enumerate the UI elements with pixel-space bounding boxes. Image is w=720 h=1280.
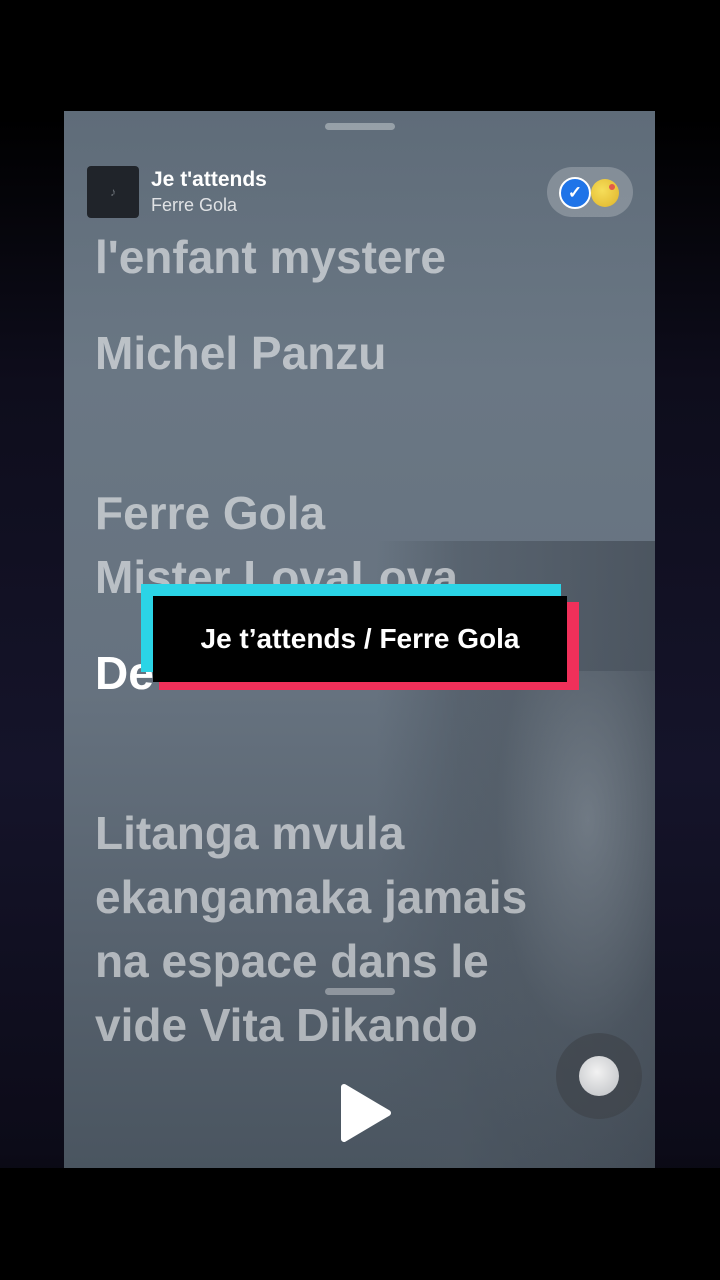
check-icon: ✓ xyxy=(559,177,591,209)
title-caption: Je t’attends / Ferre Gola xyxy=(141,584,579,696)
music-note-icon: ♪ xyxy=(110,185,116,199)
track-title: Je t'attends xyxy=(151,168,267,191)
lyric-text: Litanga mvula ekangamaka jamais na espac… xyxy=(95,807,528,1051)
play-button[interactable] xyxy=(336,1083,396,1143)
top-letterbox xyxy=(0,0,720,122)
drag-handle-bottom[interactable] xyxy=(325,988,395,995)
save-badge[interactable]: ✓ xyxy=(547,167,633,217)
lyric-line[interactable]: l'enfant mystere xyxy=(95,225,635,289)
album-art: ♪ xyxy=(87,166,139,218)
bottom-letterbox xyxy=(0,1168,720,1280)
lyric-line[interactable]: Litanga mvula ekangamaka jamais na espac… xyxy=(95,737,635,1057)
caption-box: Je t’attends / Ferre Gola xyxy=(153,596,567,682)
lyric-text: Michel Panzu xyxy=(95,327,387,379)
track-info: Je t'attends Ferre Gola xyxy=(151,167,267,217)
caption-text: Je t’attends / Ferre Gola xyxy=(200,623,520,654)
play-icon xyxy=(341,1084,391,1142)
assistive-touch-button[interactable] xyxy=(556,1033,642,1119)
lyric-line[interactable]: Michel Panzu xyxy=(95,321,635,385)
emoji-icon xyxy=(591,179,619,207)
lyric-text: l'enfant mystere xyxy=(95,231,446,283)
lyric-line[interactable]: Ferre Gola Mister LovaLova xyxy=(95,417,635,609)
drag-handle-top[interactable] xyxy=(325,123,395,130)
now-playing-header[interactable]: ♪ Je t'attends Ferre Gola xyxy=(87,166,267,218)
track-artist: Ferre Gola xyxy=(151,195,238,215)
video-frame: ♪ Je t'attends Ferre Gola ✓ l'enfant mys… xyxy=(0,0,720,1280)
